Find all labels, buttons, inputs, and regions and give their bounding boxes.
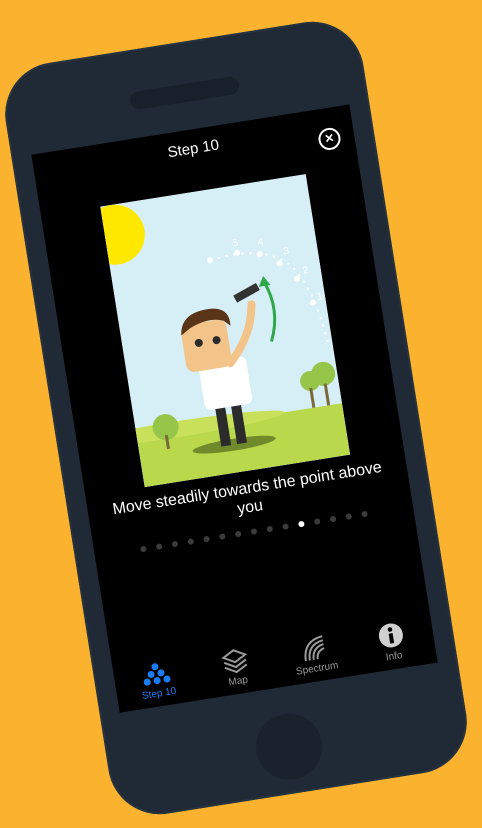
- page-dot[interactable]: [282, 523, 290, 531]
- page-dot[interactable]: [345, 513, 353, 520]
- phone-speaker: [128, 75, 241, 111]
- spectrum-icon: [304, 635, 325, 662]
- home-button[interactable]: [251, 708, 327, 785]
- tab-map[interactable]: Map: [193, 640, 278, 693]
- phone-device: Step 10 × 5 4 3 2 1 Move steadily toward…: [0, 14, 475, 822]
- layers-icon: [221, 649, 248, 674]
- page-dot[interactable]: [171, 540, 179, 548]
- tab-step[interactable]: Step 10: [114, 653, 199, 706]
- page-dot[interactable]: [218, 533, 226, 541]
- page-dot[interactable]: [266, 525, 274, 533]
- page-title: Step 10: [166, 136, 221, 162]
- page-dot[interactable]: [155, 543, 163, 551]
- tab-bar: Step 10 Map Spectrum Info: [112, 611, 438, 713]
- page-dot[interactable]: [234, 530, 242, 538]
- page-dot[interactable]: [203, 535, 211, 543]
- page-dot[interactable]: [250, 528, 258, 536]
- step-illustration: 5 4 3 2 1: [100, 174, 351, 488]
- app-screen: Step 10 × 5 4 3 2 1 Move steadily toward…: [31, 104, 438, 713]
- info-icon: [378, 623, 403, 648]
- page-dot[interactable]: [313, 518, 321, 526]
- illustration-svg: 5 4 3 2 1: [100, 174, 351, 488]
- header: Step 10 ×: [31, 104, 355, 190]
- page-dot-active[interactable]: [297, 520, 305, 528]
- tab-info[interactable]: Info: [349, 615, 434, 668]
- phone-wrap: Step 10 × 5 4 3 2 1 Move steadily toward…: [0, 0, 482, 828]
- page-dot[interactable]: [361, 510, 369, 518]
- page-dot[interactable]: [139, 545, 147, 553]
- page-dot[interactable]: [329, 515, 337, 523]
- step-dots-icon: [143, 663, 171, 686]
- tab-spectrum[interactable]: Spectrum: [272, 628, 357, 681]
- page-dot[interactable]: [187, 538, 195, 546]
